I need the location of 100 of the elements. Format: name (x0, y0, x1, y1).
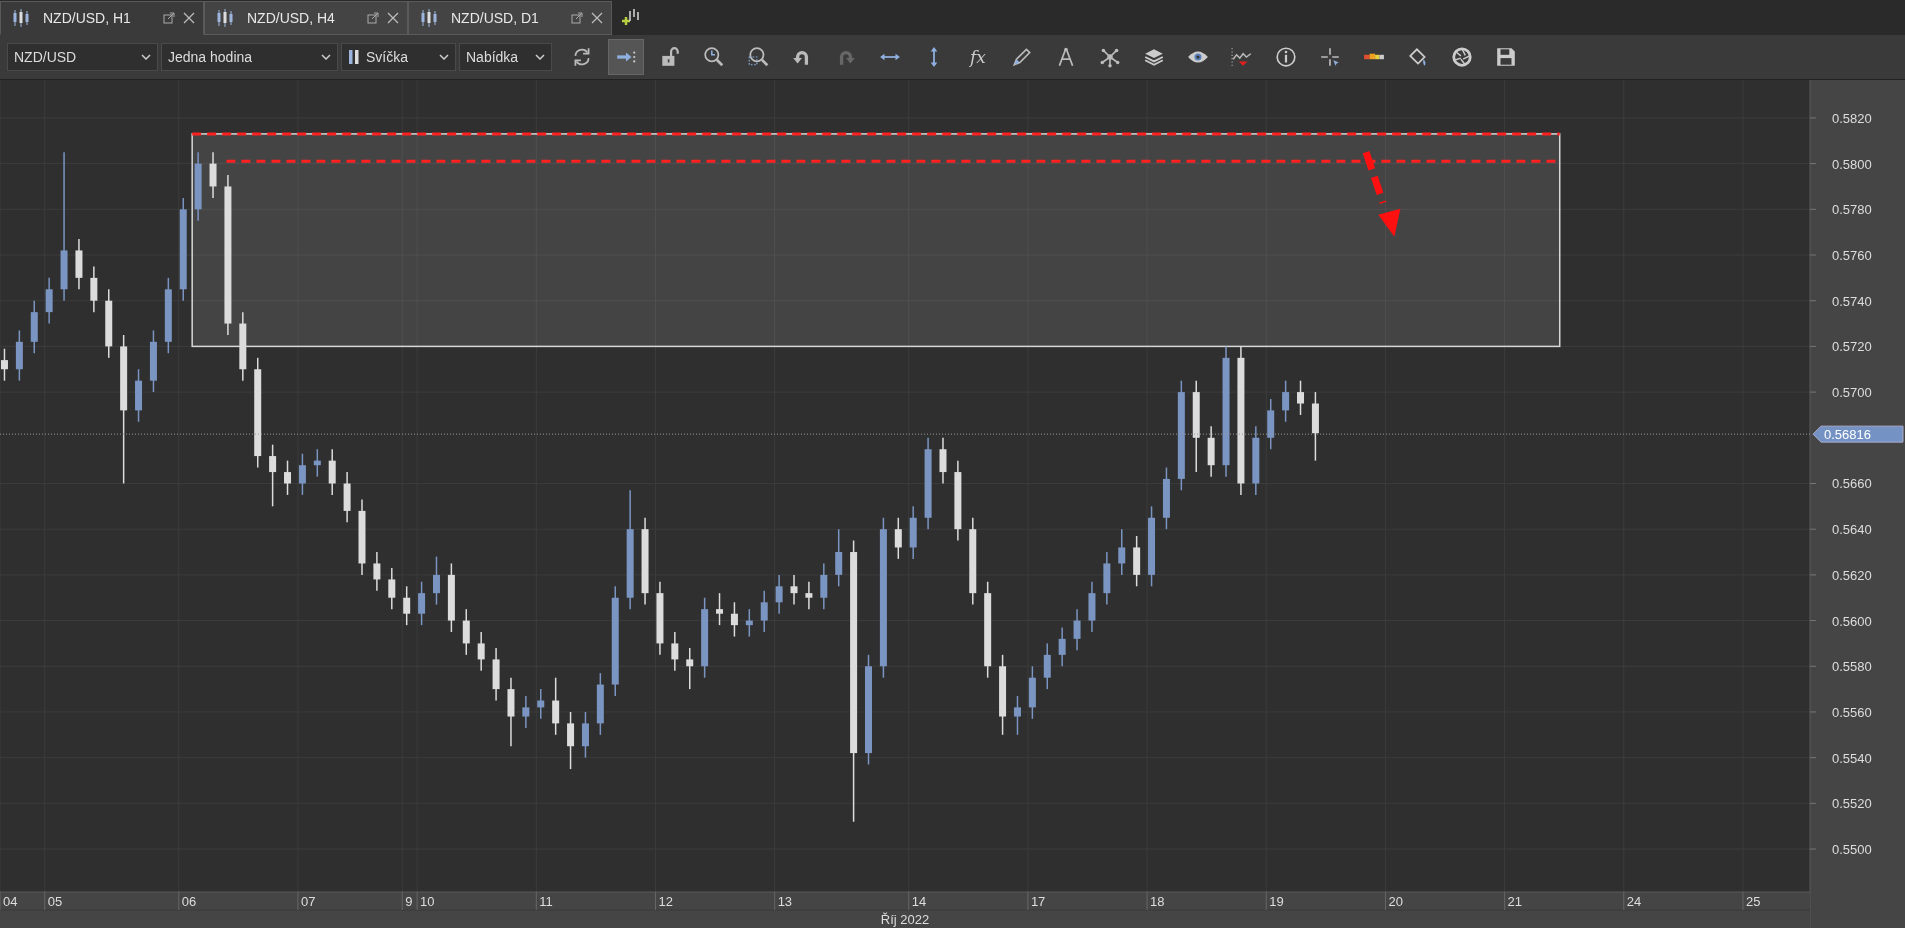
close-icon[interactable] (387, 11, 399, 24)
pencil-icon (1011, 45, 1033, 68)
dropdown[interactable]: Nabídka (459, 42, 552, 71)
date-label: 10 (420, 894, 435, 909)
popout-icon[interactable] (163, 11, 175, 24)
crosshair-icon (1319, 45, 1341, 68)
candlestick (939, 437, 947, 485)
caret-icon (321, 53, 331, 60)
date-label: 21 (1507, 894, 1523, 909)
candlestick (1043, 642, 1051, 690)
candlestick (1073, 608, 1081, 651)
price-label: 0.5500 (1832, 842, 1872, 858)
date-label: 17 (1030, 894, 1046, 909)
candlestick (805, 581, 813, 610)
close-icon[interactable] (591, 11, 603, 24)
candlestick (745, 608, 753, 638)
candlestick (0, 347, 8, 382)
candlestick (790, 574, 798, 606)
candlestick (194, 151, 202, 222)
caret-icon (535, 53, 545, 60)
dropdown[interactable]: Svíčka (341, 42, 456, 71)
candlestick (552, 676, 560, 736)
candlestick (328, 448, 336, 496)
candlestick (686, 647, 694, 690)
candlestick (835, 528, 843, 588)
dropdown[interactable]: NZD/USD (7, 42, 158, 71)
candlestick (209, 151, 217, 199)
date-label: 06 (181, 894, 197, 909)
candlestick (909, 505, 917, 560)
price-label: 0.5820 (1832, 110, 1872, 126)
candlestick (1088, 581, 1096, 633)
candlestick (1282, 379, 1290, 423)
candlestick (403, 585, 411, 626)
caret-icon (439, 53, 449, 60)
date-label: 12 (658, 894, 673, 909)
add-chart-icon[interactable] (620, 6, 640, 27)
candlestick (671, 631, 679, 672)
price-label: 0.5760 (1832, 248, 1872, 263)
price-label: 0.5540 (1832, 750, 1872, 766)
arrow-right-button[interactable] (609, 39, 643, 74)
price-label: 0.5580 (1832, 659, 1872, 675)
candlestick (90, 265, 98, 313)
price-label: 0.5560 (1832, 704, 1872, 720)
candlestick (1162, 466, 1170, 530)
date-label: 07 (300, 894, 316, 909)
candlestick (462, 608, 470, 656)
candlestick (149, 329, 157, 393)
dashed-line[interactable] (192, 132, 1560, 136)
candlestick (507, 676, 515, 747)
zoom-in-icon (703, 45, 725, 68)
date-label: 20 (1388, 894, 1403, 909)
chart-tab[interactable]: NZD/USD, H1 (0, 0, 204, 35)
month-label: Říj 2022 (880, 912, 930, 927)
caret-icon (141, 53, 151, 60)
info-icon (1275, 45, 1297, 68)
price-label: 0.5780 (1832, 202, 1872, 218)
candlestick (730, 601, 738, 638)
candlestick-icon (215, 7, 235, 28)
candlestick (581, 711, 589, 759)
candlestick (284, 459, 291, 496)
chart-tab[interactable]: NZD/USD, H4 (204, 0, 408, 35)
lock-icon (659, 45, 681, 68)
save-icon (1495, 45, 1517, 68)
date-label: 11 (539, 894, 553, 909)
candlestick-icon (419, 7, 439, 28)
popout-icon[interactable] (367, 11, 379, 24)
down-arrow-drawing[interactable] (1362, 151, 1401, 237)
candlestick-icon (11, 7, 31, 28)
candlestick (373, 551, 381, 592)
function-button[interactable]: fx (961, 39, 995, 74)
chart-tab[interactable]: NZD/USD, D1 (408, 0, 612, 35)
close-icon[interactable] (183, 11, 195, 24)
candlestick (1058, 626, 1066, 667)
candlestick (537, 688, 545, 720)
candlestick (760, 590, 768, 633)
candlestick (418, 581, 426, 626)
candlestick (433, 555, 440, 606)
dropdown[interactable]: Jedna hodina (161, 42, 338, 71)
date-label: 04 (3, 894, 18, 909)
price-label: 0.5720 (1832, 339, 1872, 355)
current-price-tag: 0.56816 (1812, 425, 1904, 443)
date-label: 05 (47, 894, 63, 909)
candlestick (522, 695, 530, 729)
candlestick (567, 711, 575, 770)
candlestick (596, 672, 604, 736)
candlestick (15, 329, 23, 382)
candlestick (105, 288, 113, 359)
candlestick (388, 567, 396, 610)
candlestick (1118, 528, 1126, 576)
candlestick (75, 238, 83, 291)
candlestick (1311, 391, 1319, 462)
aperture-icon (1451, 45, 1473, 68)
date-label: 25 (1745, 894, 1761, 909)
candlestick (477, 631, 485, 672)
date-label: 9 (405, 894, 413, 909)
popout-icon[interactable] (571, 11, 583, 24)
candlestick (298, 453, 306, 496)
candlestick (492, 647, 500, 702)
candlestick (1207, 425, 1215, 478)
wave-indicator-icon (1231, 45, 1253, 68)
